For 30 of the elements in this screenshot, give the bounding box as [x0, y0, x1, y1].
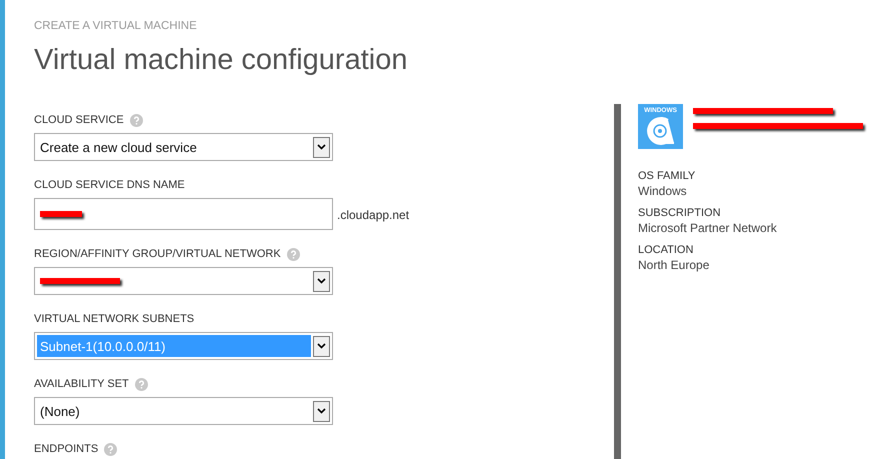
detail-label: LOCATION [638, 244, 694, 256]
dropdown-button[interactable] [313, 136, 330, 158]
field-label: ENDPOINTS [34, 443, 98, 455]
dropdown-button[interactable] [313, 336, 330, 356]
dropdown[interactable]: (None) [34, 397, 333, 425]
dropdown-button[interactable] [313, 270, 330, 292]
dropdown-value: Subnet-1(10.0.0.0/11) [40, 338, 166, 354]
domain-suffix: .cloudapp.net [337, 208, 410, 222]
detail-label: SUBSCRIPTION [638, 207, 722, 219]
field-label: CLOUD SERVICE [34, 114, 124, 126]
detail-value: Microsoft Partner Network [638, 221, 778, 235]
dropdown[interactable] [34, 267, 333, 295]
wizard-step-title: CREATE A VIRTUAL MACHINE [34, 20, 198, 32]
chevron-down-icon [317, 144, 326, 150]
field-label: AVAILABILITY SET [34, 378, 129, 390]
dropdown[interactable]: Create a new cloud service [34, 133, 333, 161]
field-label: REGION/AFFINITY GROUP/VIRTUAL NETWORK [34, 248, 281, 260]
detail-label: OS FAMILY [638, 170, 696, 182]
dropdown-value: (None) [40, 404, 80, 418]
chevron-down-icon [317, 278, 326, 284]
field-label: CLOUD SERVICE DNS NAME [34, 179, 185, 191]
dropdown-value: Create a new cloud service [40, 140, 197, 154]
chevron-down-icon [317, 343, 326, 349]
dropdown-button[interactable] [313, 400, 330, 422]
text-field[interactable] [34, 198, 333, 230]
detail-value: North Europe [638, 258, 710, 272]
page-title: Virtual machine configuration [34, 44, 408, 77]
detail-value: Windows [638, 184, 688, 198]
field-label: VIRTUAL NETWORK SUBNETS [34, 313, 194, 325]
chevron-down-icon [317, 408, 326, 414]
